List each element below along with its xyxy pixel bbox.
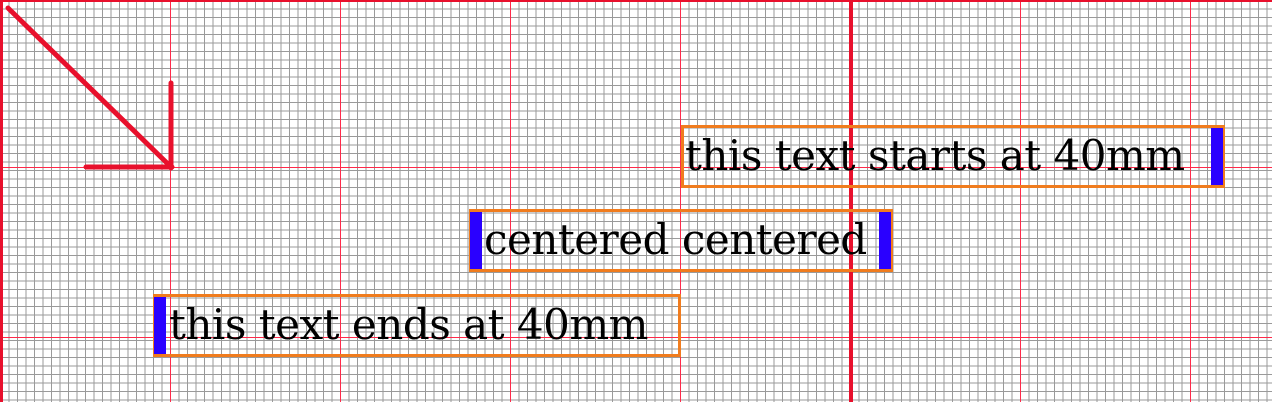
major-vertical-line (1020, 0, 1021, 402)
start-aligned-text: this text starts at 40mm (685, 131, 1185, 180)
text-end-cursor (1211, 128, 1223, 185)
major-vertical-line (1190, 0, 1191, 402)
center-origin-line (849, 0, 853, 402)
end-aligned-text: this text ends at 40mm (169, 300, 648, 349)
text-end-cursor (879, 212, 891, 269)
text-start-cursor (470, 212, 482, 269)
text-start-cursor (154, 297, 166, 354)
centered-text: centered centered (484, 215, 867, 264)
grid-canvas: this text starts at 40mm centered center… (0, 0, 1272, 402)
arrow-down-right-icon (5, 5, 175, 171)
